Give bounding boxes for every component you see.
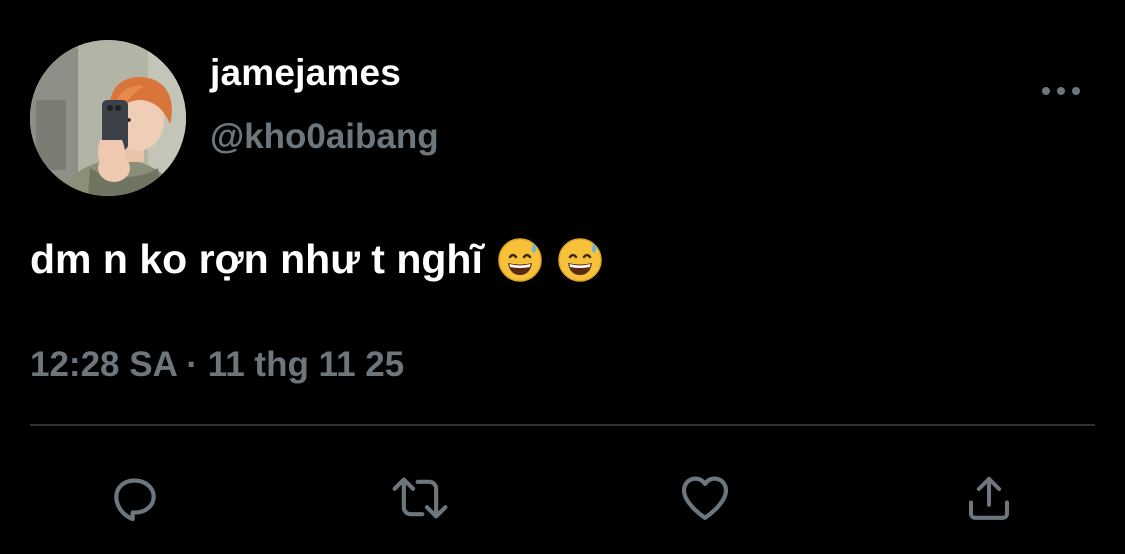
heart-icon xyxy=(681,476,729,520)
divider xyxy=(30,424,1095,426)
user-handle[interactable]: @kho0aibang xyxy=(210,117,439,157)
share-button[interactable] xyxy=(957,466,1021,530)
meta-separator: · xyxy=(186,345,198,384)
like-button[interactable] xyxy=(673,466,737,530)
avatar[interactable] xyxy=(30,40,186,196)
tweet-card: jamejames @kho0aibang dm n ko rợn như t … xyxy=(0,0,1125,554)
tweet-meta: 12:28 SA · 11 thg 11 25 xyxy=(30,345,404,385)
grinning-face-with-sweat-emoji xyxy=(498,237,542,282)
tweet-date[interactable]: 11 thg 11 25 xyxy=(208,345,405,384)
tweet-text: dm n ko rợn như t nghĩ xyxy=(30,236,483,282)
more-icon xyxy=(1042,87,1080,95)
share-icon xyxy=(968,476,1010,520)
tweet-time[interactable]: 12:28 SA xyxy=(30,345,177,384)
grinning-face-with-sweat-emoji xyxy=(558,237,602,282)
reply-button[interactable] xyxy=(103,466,167,530)
tweet-text-row: dm n ko rợn như t nghĩ xyxy=(30,236,603,283)
more-button[interactable] xyxy=(1036,78,1086,104)
retweet-icon xyxy=(392,477,448,519)
reply-icon xyxy=(114,478,156,522)
retweet-button[interactable] xyxy=(388,466,452,530)
display-name[interactable]: jamejames xyxy=(210,52,401,94)
